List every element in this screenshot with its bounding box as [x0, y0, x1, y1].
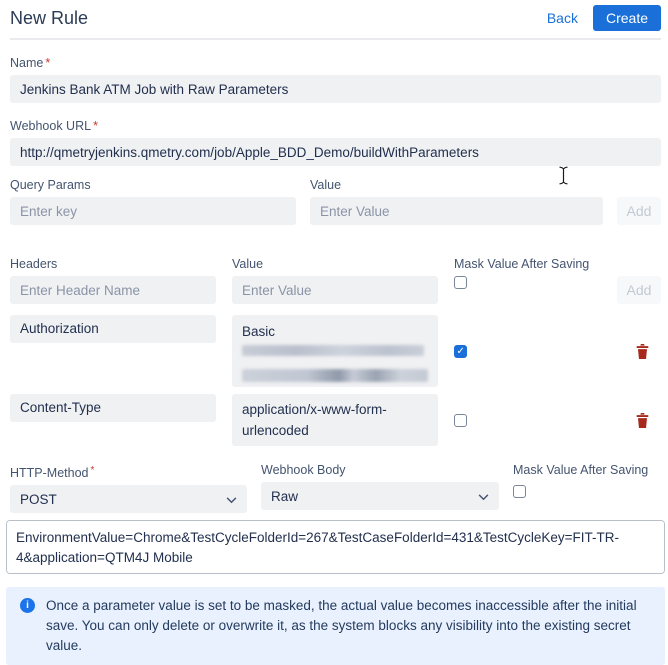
header-add-button[interactable]: Add [617, 276, 661, 304]
required-asterisk: * [90, 465, 95, 476]
webhook-url-input[interactable] [10, 138, 661, 166]
header-key-authorization: Authorization [10, 315, 216, 343]
query-param-value-input[interactable] [310, 197, 603, 225]
http-method-value: POST [20, 491, 57, 507]
info-note-text: Once a parameter value is set to be mask… [46, 598, 637, 653]
delete-authorization-button[interactable] [636, 343, 649, 362]
required-asterisk: * [45, 56, 51, 70]
page-title: New Rule [10, 7, 89, 28]
webhook-url-field-group: Webhook URL * [10, 119, 661, 166]
content-type-mask-checkbox[interactable] [454, 413, 467, 427]
masked-secret-line-1 [242, 345, 425, 356]
query-params-label: Query Params [10, 178, 91, 192]
method-row: HTTP-Method * POST Webhook Body Raw Mask … [10, 463, 661, 513]
headers-row: Headers Value Mask Value After Saving Ad… [10, 257, 661, 304]
webhook-body-label: Webhook Body [261, 463, 346, 477]
masked-secret-line-2 [242, 369, 428, 382]
trash-icon [636, 343, 649, 362]
query-param-add-button[interactable]: Add [617, 197, 661, 225]
name-field-group: Name * [10, 56, 661, 103]
header-value-content-type: application/x-www-form-urlencoded [232, 394, 438, 446]
delete-content-type-button[interactable] [636, 412, 649, 431]
header-key-content-type: Content-Type [10, 394, 216, 422]
header-row-authorization: Authorization Basic [10, 315, 661, 387]
authorization-mask-checkbox[interactable] [454, 344, 467, 358]
header-mask-checkbox[interactable] [454, 276, 467, 289]
create-button[interactable]: Create [592, 5, 661, 31]
name-label: Name * [10, 56, 51, 70]
chevron-down-icon [226, 492, 237, 507]
webhook-body-value: Raw [271, 488, 299, 504]
header-value-label: Value [232, 257, 264, 271]
header-value-input[interactable] [232, 276, 438, 304]
new-rule-form: New Rule Back Create Name* Webhook URL* … [0, 0, 668, 665]
header-value-authorization: Basic [232, 315, 438, 387]
mask-value-label: Mask Value After Saving [454, 257, 590, 271]
webhook-url-label: Webhook URL * [10, 119, 98, 133]
query-params-row: Query Params Value Add [10, 178, 661, 225]
mask-value-label: Mask Value After Saving [513, 463, 649, 477]
name-input[interactable] [10, 75, 661, 103]
body-mask-checkbox[interactable] [513, 485, 526, 498]
auth-value-prefix: Basic [242, 324, 276, 339]
webhook-body-textarea[interactable]: EnvironmentValue=Chrome&TestCycleFolderI… [6, 520, 665, 574]
chevron-down-icon [478, 489, 489, 504]
headers-label: Headers [10, 257, 58, 271]
page-header: New Rule Back Create [10, 0, 661, 40]
query-param-key-input[interactable] [10, 197, 296, 225]
required-asterisk: * [93, 119, 98, 133]
query-param-value-label: Value [310, 178, 342, 192]
info-icon: i [20, 598, 35, 613]
trash-icon [636, 412, 649, 431]
info-note: i Once a parameter value is set to be ma… [6, 587, 665, 665]
header-key-input[interactable] [10, 276, 216, 304]
http-method-label: HTTP-Method * [10, 465, 95, 480]
header-row-content-type: Content-Type application/x-www-form-urle… [10, 394, 661, 446]
webhook-body-select[interactable]: Raw [261, 482, 499, 510]
http-method-select[interactable]: POST [10, 485, 247, 513]
back-link[interactable]: Back [547, 10, 578, 26]
